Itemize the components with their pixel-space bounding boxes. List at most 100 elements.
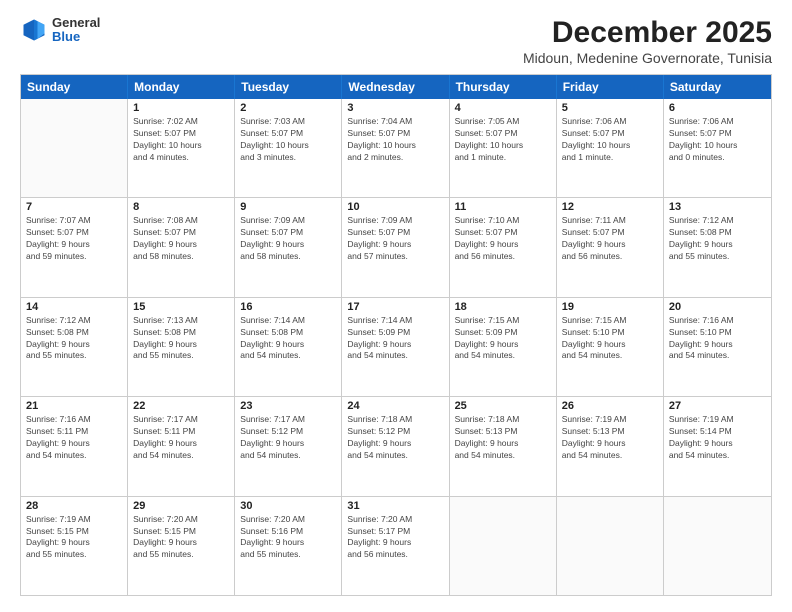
day-number: 30	[240, 500, 336, 512]
day-number: 17	[347, 301, 443, 313]
day-info: Sunrise: 7:12 AM Sunset: 5:08 PM Dayligh…	[669, 215, 766, 263]
day-number: 12	[562, 201, 658, 213]
cal-day-9: 9 Sunrise: 7:09 AM Sunset: 5:07 PM Daylig…	[235, 198, 342, 296]
cal-day-17: 17Sunrise: 7:14 AM Sunset: 5:09 PM Dayli…	[342, 298, 449, 396]
day-info: Sunrise: 7:16 AM Sunset: 5:10 PM Dayligh…	[669, 315, 766, 363]
day-number: 3	[347, 102, 443, 114]
cal-day-empty	[21, 99, 128, 197]
cal-day-28: 28 Sunrise: 7:19 AM Sunset: 5:15 PM Dayli…	[21, 497, 128, 595]
cal-day-27: 27 Sunrise: 7:19 AM Sunset: 5:14 PM Dayli…	[664, 397, 771, 495]
cal-day-empty	[664, 497, 771, 595]
day-info: Sunrise: 7:18 AM Sunset: 5:13 PM Dayligh…	[455, 414, 551, 462]
day-info: Sunrise: 7:20 AM Sunset: 5:15 PM Dayligh…	[133, 514, 229, 562]
day-number: 13	[669, 201, 766, 213]
day-number: 9	[240, 201, 336, 213]
cal-day-2: 2 Sunrise: 7:03 AM Sunset: 5:07 PM Daylig…	[235, 99, 342, 197]
day-info: Sunrise: 7:15 AM Sunset: 5:09 PM Dayligh…	[455, 315, 551, 363]
cal-day-20: 20 Sunrise: 7:16 AM Sunset: 5:10 PM Dayli…	[664, 298, 771, 396]
cal-header-wednesday: Wednesday	[342, 75, 449, 99]
day-number: 2	[240, 102, 336, 114]
cal-day-19: 19 Sunrise: 7:15 AM Sunset: 5:10 PM Dayli…	[557, 298, 664, 396]
cal-day-30: 30 Sunrise: 7:20 AM Sunset: 5:16 PM Dayli…	[235, 497, 342, 595]
day-info: Sunrise: 7:02 AM Sunset: 5:07 PM Dayligh…	[133, 116, 229, 164]
day-info: Sunrise: 7:09 AM Sunset: 5:07 PM Dayligh…	[240, 215, 336, 263]
subtitle: Midoun, Medenine Governorate, Tunisia	[523, 50, 772, 66]
day-number: 6	[669, 102, 766, 114]
day-number: 20	[669, 301, 766, 313]
logo-icon	[20, 16, 48, 44]
day-number: 19	[562, 301, 658, 313]
cal-day-24: 24 Sunrise: 7:18 AM Sunset: 5:12 PM Dayli…	[342, 397, 449, 495]
day-number: 25	[455, 400, 551, 412]
day-number: 21	[26, 400, 122, 412]
cal-header-sunday: Sunday	[21, 75, 128, 99]
day-info: Sunrise: 7:18 AM Sunset: 5:12 PM Dayligh…	[347, 414, 443, 462]
title-block: December 2025 Midoun, Medenine Governora…	[523, 16, 772, 66]
day-info: Sunrise: 7:06 AM Sunset: 5:07 PM Dayligh…	[669, 116, 766, 164]
day-info: Sunrise: 7:09 AM Sunset: 5:07 PM Dayligh…	[347, 215, 443, 263]
cal-day-1: 1 Sunrise: 7:02 AM Sunset: 5:07 PM Daylig…	[128, 99, 235, 197]
day-number: 22	[133, 400, 229, 412]
calendar-body: 1 Sunrise: 7:02 AM Sunset: 5:07 PM Daylig…	[21, 99, 771, 595]
day-number: 28	[26, 500, 122, 512]
header: General Blue December 2025 Midoun, Meden…	[20, 16, 772, 66]
cal-day-10: 10 Sunrise: 7:09 AM Sunset: 5:07 PM Dayli…	[342, 198, 449, 296]
day-info: Sunrise: 7:20 AM Sunset: 5:16 PM Dayligh…	[240, 514, 336, 562]
calendar-week-3: 14 Sunrise: 7:12 AM Sunset: 5:08 PM Dayli…	[21, 298, 771, 397]
cal-day-4: 4Sunrise: 7:05 AM Sunset: 5:07 PM Daylig…	[450, 99, 557, 197]
day-number: 1	[133, 102, 229, 114]
cal-day-15: 15Sunrise: 7:13 AM Sunset: 5:08 PM Dayli…	[128, 298, 235, 396]
day-number: 11	[455, 201, 551, 213]
cal-day-14: 14 Sunrise: 7:12 AM Sunset: 5:08 PM Dayli…	[21, 298, 128, 396]
day-info: Sunrise: 7:07 AM Sunset: 5:07 PM Dayligh…	[26, 215, 122, 263]
day-number: 10	[347, 201, 443, 213]
cal-day-empty	[450, 497, 557, 595]
day-number: 8	[133, 201, 229, 213]
day-info: Sunrise: 7:11 AM Sunset: 5:07 PM Dayligh…	[562, 215, 658, 263]
day-info: Sunrise: 7:19 AM Sunset: 5:14 PM Dayligh…	[669, 414, 766, 462]
day-number: 24	[347, 400, 443, 412]
cal-header-friday: Friday	[557, 75, 664, 99]
day-info: Sunrise: 7:20 AM Sunset: 5:17 PM Dayligh…	[347, 514, 443, 562]
cal-day-16: 16 Sunrise: 7:14 AM Sunset: 5:08 PM Dayli…	[235, 298, 342, 396]
calendar-header-row: SundayMondayTuesdayWednesdayThursdayFrid…	[21, 75, 771, 99]
cal-day-12: 12 Sunrise: 7:11 AM Sunset: 5:07 PM Dayli…	[557, 198, 664, 296]
calendar-week-5: 28 Sunrise: 7:19 AM Sunset: 5:15 PM Dayli…	[21, 497, 771, 595]
cal-header-monday: Monday	[128, 75, 235, 99]
day-number: 5	[562, 102, 658, 114]
cal-day-7: 7 Sunrise: 7:07 AM Sunset: 5:07 PM Daylig…	[21, 198, 128, 296]
cal-day-21: 21 Sunrise: 7:16 AM Sunset: 5:11 PM Dayli…	[21, 397, 128, 495]
day-info: Sunrise: 7:16 AM Sunset: 5:11 PM Dayligh…	[26, 414, 122, 462]
calendar-week-1: 1 Sunrise: 7:02 AM Sunset: 5:07 PM Daylig…	[21, 99, 771, 198]
day-info: Sunrise: 7:03 AM Sunset: 5:07 PM Dayligh…	[240, 116, 336, 164]
cal-day-25: 25 Sunrise: 7:18 AM Sunset: 5:13 PM Dayli…	[450, 397, 557, 495]
day-number: 7	[26, 201, 122, 213]
day-number: 23	[240, 400, 336, 412]
day-number: 16	[240, 301, 336, 313]
cal-day-5: 5Sunrise: 7:06 AM Sunset: 5:07 PM Daylig…	[557, 99, 664, 197]
main-title: December 2025	[523, 16, 772, 50]
logo-general-text: General	[52, 16, 100, 30]
cal-day-29: 29Sunrise: 7:20 AM Sunset: 5:15 PM Dayli…	[128, 497, 235, 595]
cal-day-6: 6 Sunrise: 7:06 AM Sunset: 5:07 PM Daylig…	[664, 99, 771, 197]
cal-day-23: 23 Sunrise: 7:17 AM Sunset: 5:12 PM Dayli…	[235, 397, 342, 495]
page: General Blue December 2025 Midoun, Meden…	[0, 0, 792, 612]
day-number: 27	[669, 400, 766, 412]
cal-header-thursday: Thursday	[450, 75, 557, 99]
day-info: Sunrise: 7:15 AM Sunset: 5:10 PM Dayligh…	[562, 315, 658, 363]
day-info: Sunrise: 7:04 AM Sunset: 5:07 PM Dayligh…	[347, 116, 443, 164]
day-number: 18	[455, 301, 551, 313]
cal-day-31: 31Sunrise: 7:20 AM Sunset: 5:17 PM Dayli…	[342, 497, 449, 595]
cal-day-8: 8Sunrise: 7:08 AM Sunset: 5:07 PM Daylig…	[128, 198, 235, 296]
day-info: Sunrise: 7:19 AM Sunset: 5:13 PM Dayligh…	[562, 414, 658, 462]
day-info: Sunrise: 7:14 AM Sunset: 5:08 PM Dayligh…	[240, 315, 336, 363]
day-number: 14	[26, 301, 122, 313]
day-info: Sunrise: 7:12 AM Sunset: 5:08 PM Dayligh…	[26, 315, 122, 363]
day-info: Sunrise: 7:17 AM Sunset: 5:12 PM Dayligh…	[240, 414, 336, 462]
cal-day-3: 3 Sunrise: 7:04 AM Sunset: 5:07 PM Daylig…	[342, 99, 449, 197]
cal-day-empty	[557, 497, 664, 595]
day-info: Sunrise: 7:19 AM Sunset: 5:15 PM Dayligh…	[26, 514, 122, 562]
calendar-week-4: 21 Sunrise: 7:16 AM Sunset: 5:11 PM Dayli…	[21, 397, 771, 496]
cal-day-13: 13 Sunrise: 7:12 AM Sunset: 5:08 PM Dayli…	[664, 198, 771, 296]
cal-day-26: 26Sunrise: 7:19 AM Sunset: 5:13 PM Dayli…	[557, 397, 664, 495]
